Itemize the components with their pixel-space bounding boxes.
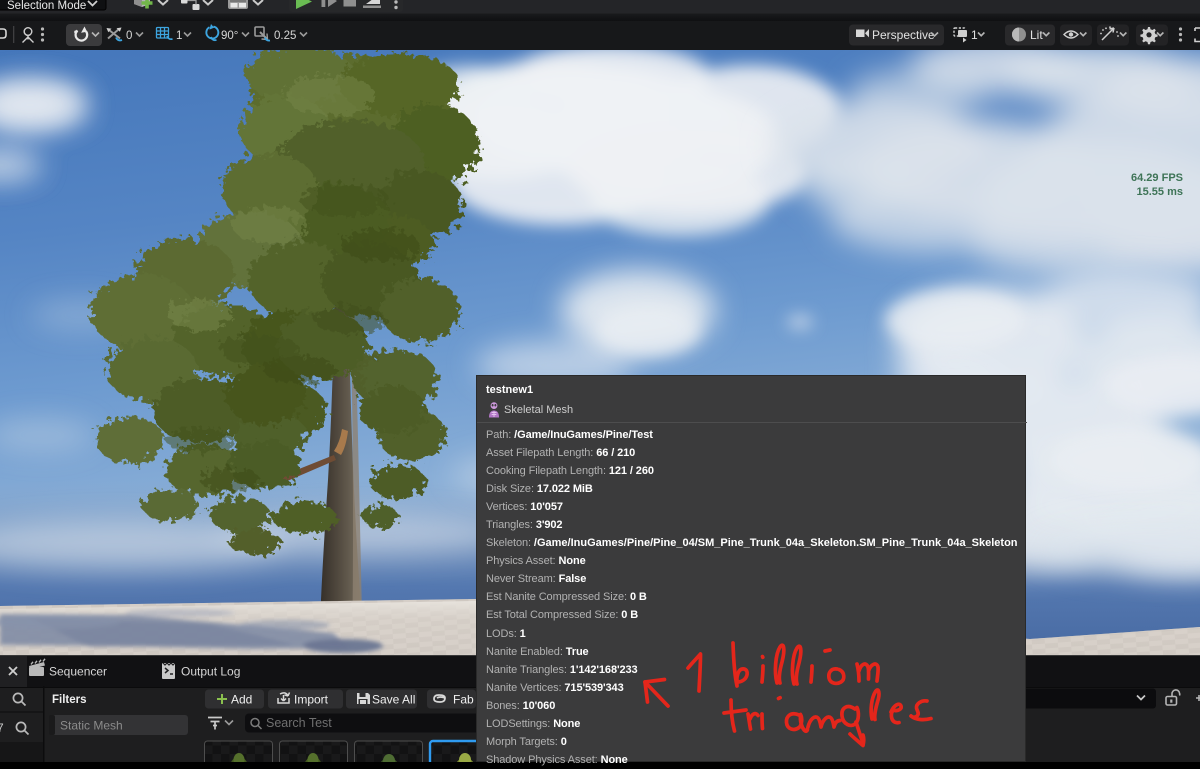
svg-text:0.25: 0.25 (274, 30, 296, 42)
svg-text:64.29 FPS: 64.29 FPS (1131, 172, 1183, 184)
svg-text:Search Test: Search Test (266, 716, 332, 730)
svg-text:Add: Add (231, 693, 252, 707)
svg-text:7: 7 (0, 721, 4, 735)
svg-text:Lit: Lit (1030, 28, 1043, 42)
svg-text:1: 1 (176, 30, 182, 42)
svg-text:0: 0 (126, 30, 132, 42)
svg-text:Sequencer: Sequencer (49, 665, 107, 679)
svg-text:Static Mesh: Static Mesh (60, 719, 123, 733)
svg-text:Import: Import (294, 693, 329, 707)
svg-text:Output Log: Output Log (181, 665, 240, 679)
svg-text:Save All: Save All (372, 693, 415, 707)
svg-text:15.55 ms: 15.55 ms (1137, 186, 1183, 198)
svg-text:Selection Mode: Selection Mode (7, 0, 86, 12)
svg-text:Filters: Filters (52, 694, 87, 706)
svg-text:1: 1 (971, 28, 978, 42)
svg-text:Fab: Fab (453, 693, 474, 707)
svg-text:90°: 90° (221, 30, 238, 42)
svg-text:Perspective: Perspective (872, 28, 935, 42)
